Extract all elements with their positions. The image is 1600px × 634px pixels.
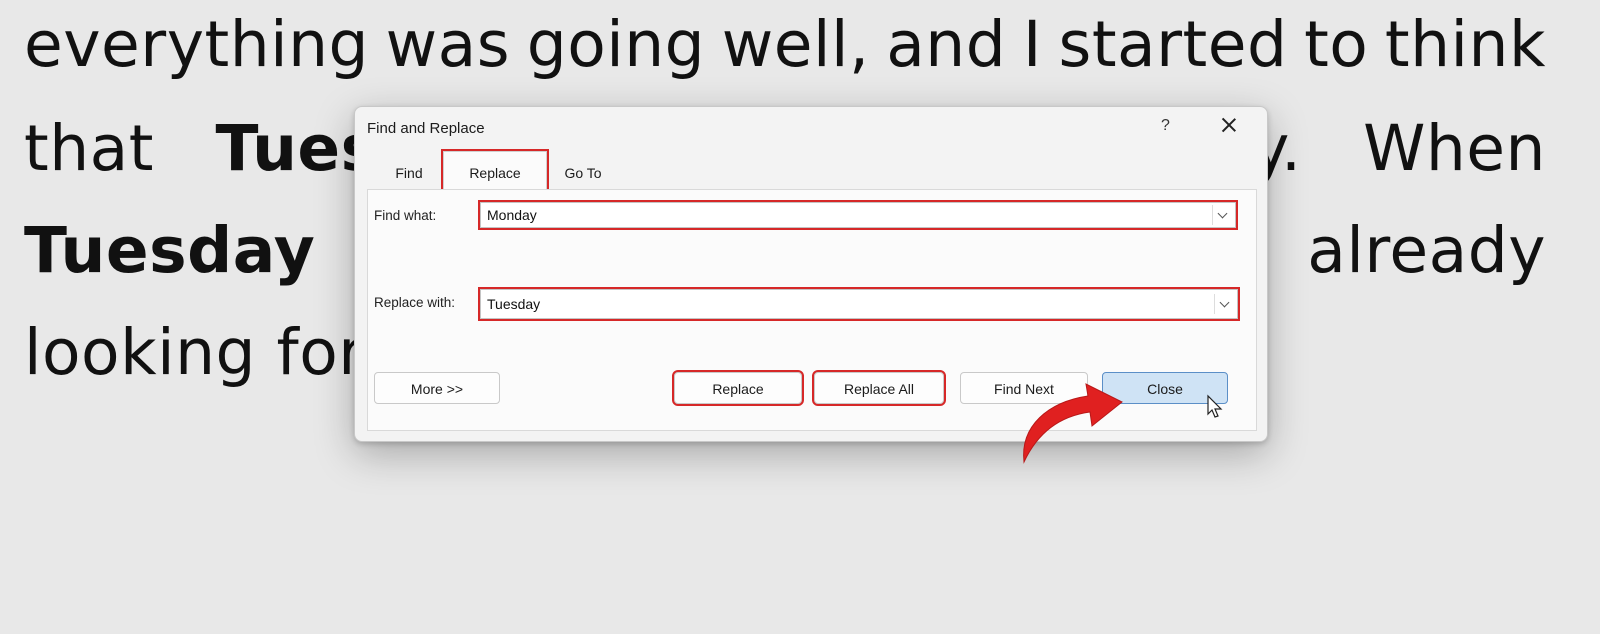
dropdown-chevron-icon[interactable]	[1214, 294, 1235, 314]
doc-word: everything	[24, 8, 370, 81]
close-icon[interactable]	[1217, 113, 1241, 137]
find-what-input[interactable]	[485, 206, 1209, 224]
tab-find[interactable]: Find	[381, 155, 437, 185]
replace-button[interactable]: Replace	[672, 370, 804, 406]
tab-replace[interactable]: Replace	[441, 149, 549, 192]
doc-word: started	[1058, 8, 1288, 81]
replace-with-field[interactable]	[478, 287, 1240, 321]
find-what-field[interactable]	[478, 200, 1238, 230]
replace-with-input[interactable]	[485, 295, 1211, 313]
doc-word: think	[1384, 8, 1546, 81]
tab-goto[interactable]: Go To	[551, 155, 615, 185]
doc-word: and	[886, 8, 1007, 81]
dropdown-chevron-icon[interactable]	[1212, 205, 1233, 225]
help-icon[interactable]: ?	[1161, 117, 1170, 135]
doc-word: going	[526, 8, 706, 81]
doc-line-1: everything was going well, and I started…	[24, 8, 1546, 81]
find-replace-dialog: Find and Replace ? Find Replace Go To Fi…	[354, 106, 1268, 442]
replace-with-label: Replace with:	[374, 295, 456, 310]
doc-word: was	[385, 8, 511, 81]
find-what-label: Find what:	[374, 208, 437, 223]
mouse-cursor-icon	[1207, 394, 1223, 418]
replace-all-button[interactable]: Replace All	[812, 370, 946, 406]
doc-fragment: looking forv	[24, 316, 403, 389]
doc-word: I	[1022, 8, 1042, 81]
doc-word: to	[1304, 8, 1369, 81]
doc-word: well,	[721, 8, 870, 81]
curved-arrow-icon	[1023, 383, 1123, 464]
more-button[interactable]: More >>	[374, 372, 500, 404]
dialog-title: Find and Replace	[367, 120, 485, 137]
